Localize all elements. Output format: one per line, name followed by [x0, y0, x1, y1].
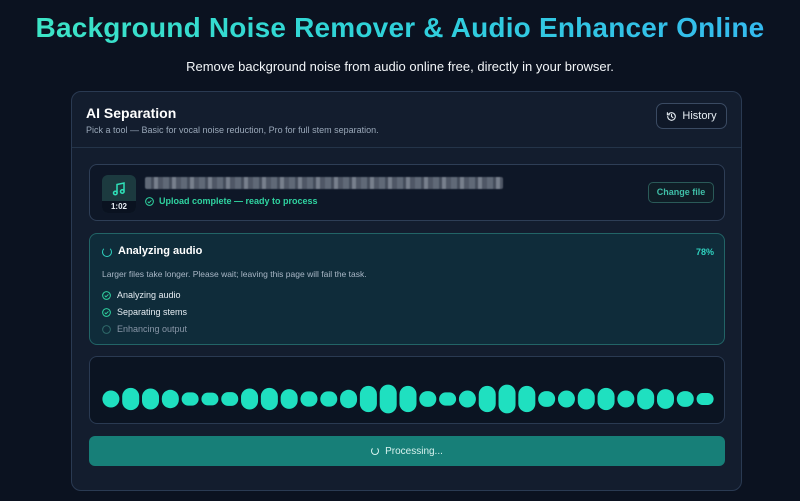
progress-title: Analyzing audio — [118, 245, 203, 257]
waveform-bar — [676, 391, 694, 407]
waveform-bar — [102, 390, 120, 408]
empty-circle-icon — [102, 324, 111, 334]
waveform-bar — [458, 390, 476, 408]
waveform-bar — [260, 387, 278, 411]
card-description: Pick a tool — Basic for vocal noise redu… — [86, 125, 379, 135]
card-header: AI Separation Pick a tool — Basic for vo… — [72, 92, 741, 148]
change-file-button[interactable]: Change file — [648, 182, 714, 203]
waveform-bar — [617, 390, 635, 408]
check-circle-icon — [145, 196, 154, 206]
history-button[interactable]: History — [656, 103, 727, 129]
waveform-visualizer — [102, 384, 714, 414]
history-icon — [667, 111, 677, 121]
history-label: History — [682, 110, 717, 122]
waveform-bar — [518, 385, 536, 413]
waveform-bar — [181, 392, 199, 406]
step-label: Enhancing output — [117, 324, 188, 334]
waveform-bar — [241, 388, 259, 410]
waveform-bar — [656, 389, 674, 409]
loading-spinner-icon — [371, 447, 380, 455]
progress-panel: Analyzing audio 78% Larger files take lo… — [89, 233, 725, 345]
step-label: Separating stems — [117, 307, 188, 317]
progress-percent: 78% — [695, 247, 714, 257]
wait-note: Larger files take longer. Please wait; l… — [102, 269, 367, 279]
check-circle-icon — [102, 307, 111, 317]
waveform-bar — [557, 390, 575, 408]
waveform-bar — [320, 391, 338, 407]
upload-status: Upload complete — ready to process — [145, 196, 318, 206]
loading-spinner-icon — [102, 247, 112, 257]
step-separating: Separating stems — [102, 307, 187, 317]
file-name-redacted — [145, 177, 503, 189]
audio-file-thumbnail: 1:02 — [102, 175, 136, 213]
waveform-bar — [300, 391, 318, 407]
card-title: AI Separation — [86, 105, 177, 121]
waveform-bar — [419, 391, 437, 407]
music-note-icon — [112, 182, 125, 196]
waveform-bar — [142, 388, 160, 410]
page-subtitle: Remove background noise from audio onlin… — [186, 59, 614, 74]
step-label: Analyzing audio — [117, 290, 181, 300]
waveform-bar — [399, 385, 417, 413]
check-circle-icon — [102, 290, 111, 300]
waveform-bar — [359, 385, 377, 413]
step-enhancing: Enhancing output — [102, 324, 187, 334]
waveform-bar — [161, 389, 179, 409]
waveform-bar — [122, 387, 140, 411]
waveform-bar — [478, 385, 496, 413]
upload-status-text: Upload complete — ready to process — [159, 196, 318, 206]
ai-separation-card: AI Separation Pick a tool — Basic for vo… — [71, 91, 742, 491]
waveform-bar — [696, 393, 714, 405]
waveform-bar — [201, 392, 219, 406]
processing-label: Processing... — [385, 445, 443, 457]
file-duration: 1:02 — [102, 201, 136, 213]
waveform-bar — [498, 384, 516, 414]
processing-button[interactable]: Processing... — [89, 436, 725, 466]
waveform-panel — [89, 356, 725, 424]
step-analyzing: Analyzing audio — [102, 290, 181, 300]
waveform-bar — [597, 387, 615, 411]
waveform-bar — [637, 388, 655, 410]
waveform-bar — [280, 389, 298, 409]
waveform-bar — [577, 388, 595, 410]
waveform-bar — [379, 384, 397, 414]
uploaded-file-row: 1:02 Upload complete — ready to process … — [89, 164, 725, 221]
waveform-bar — [340, 389, 358, 409]
waveform-bar — [439, 392, 457, 406]
page-title: Background Noise Remover & Audio Enhance… — [0, 12, 800, 44]
waveform-bar — [221, 392, 239, 406]
waveform-bar — [538, 391, 556, 407]
